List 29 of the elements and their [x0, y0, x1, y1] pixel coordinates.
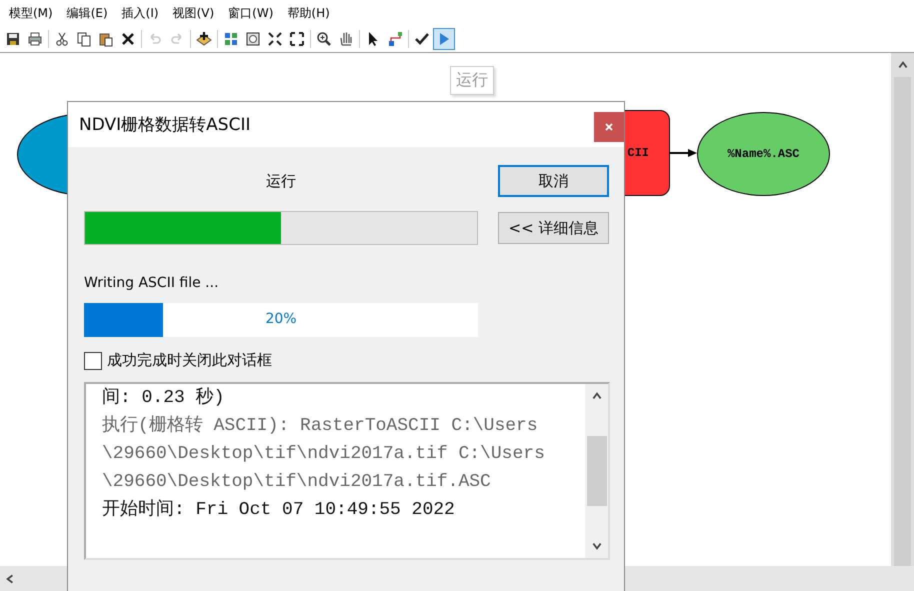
progress-percent: 20%: [264, 311, 298, 327]
close-icon: [604, 122, 614, 132]
menu-item[interactable]: 视图(V): [166, 4, 222, 22]
close-button[interactable]: [594, 112, 624, 142]
menu-item[interactable]: 帮助(H): [280, 4, 337, 22]
menu-item[interactable]: 插入(I): [114, 4, 166, 22]
log-line: 执行(栅格转 ASCII): RasterToASCII C:\Users: [102, 414, 539, 438]
checkbox-label: 成功完成时关闭此对话框: [107, 351, 272, 370]
log-scrollbar[interactable]: [585, 384, 608, 558]
cancel-button[interactable]: 取消: [498, 165, 609, 197]
scroll-left-icon[interactable]: [4, 572, 16, 584]
log-line: \29660\Desktop\tif\ndvi2017a.tif.ASC: [102, 471, 492, 494]
log-line: \29660\Desktop\tif\ndvi2017a.tif C:\Users: [102, 443, 546, 466]
menu-item[interactable]: 编辑(E): [60, 4, 115, 22]
scroll-up-icon[interactable]: [590, 390, 602, 402]
log-line: 开始时间: Fri Oct 07 10:49:55 2022: [102, 498, 456, 522]
details-button[interactable]: << 详细信息: [498, 212, 609, 244]
checkbox[interactable]: [84, 352, 102, 370]
menu-item[interactable]: 窗口(W): [221, 4, 280, 22]
log-line: 间: 0.23 秒): [102, 386, 226, 410]
menu-item[interactable]: 模型(M): [2, 4, 60, 22]
output-data-ellipse[interactable]: %Name%.ASC: [697, 112, 830, 196]
step-message: Writing ASCII file ...: [84, 275, 220, 291]
scroll-down-icon[interactable]: [590, 540, 602, 552]
vertical-scrollbar[interactable]: [891, 53, 914, 566]
scroll-up-icon[interactable]: [896, 59, 908, 71]
status-text: 运行: [265, 172, 297, 190]
tooltip: 运行: [450, 66, 494, 95]
dialog-title: NDVI栅格数据转ASCII: [79, 114, 250, 136]
